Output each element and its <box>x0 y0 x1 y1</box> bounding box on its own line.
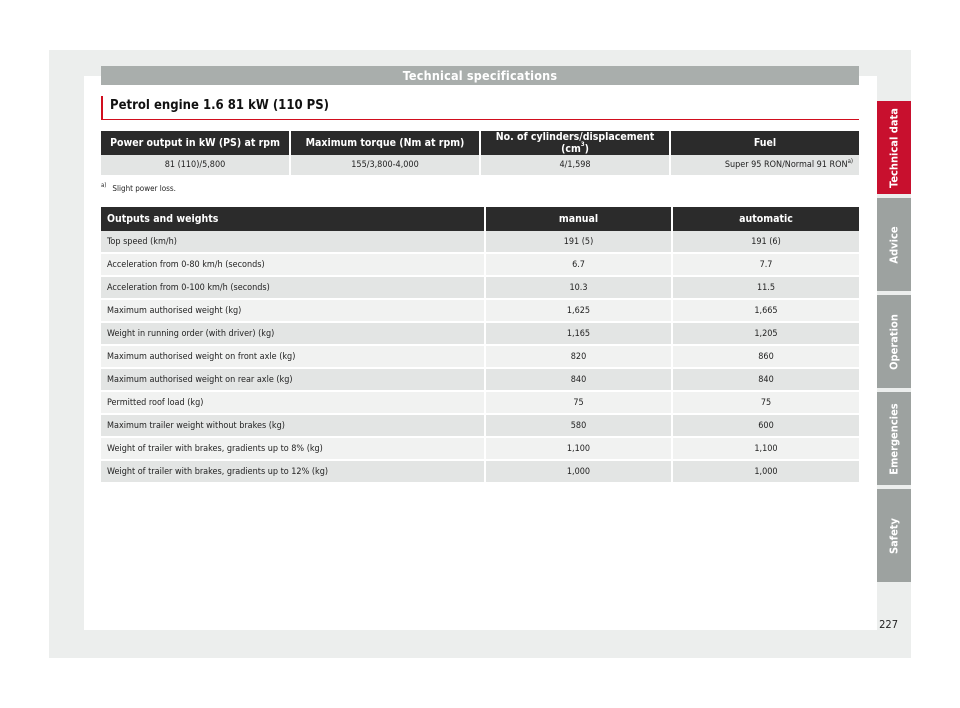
automatic-value: 600 <box>673 415 859 438</box>
automatic-value: 11.5 <box>673 277 859 300</box>
tab-operation[interactable]: Operation <box>877 295 911 388</box>
manual-value: 580 <box>486 415 673 438</box>
row-label: Acceleration from 0-100 km/h (seconds) <box>101 277 486 300</box>
automatic-value: 840 <box>673 369 859 392</box>
table-row: Top speed (km/h) 191 (5) 191 (6) <box>101 231 859 254</box>
tab-technical-data[interactable]: Technical data <box>877 101 911 194</box>
table-row: Maximum trailer weight without brakes (k… <box>101 415 859 438</box>
footnote: a) Slight power loss. <box>101 182 176 193</box>
tab-label: Safety <box>887 517 901 554</box>
page-number: 227 <box>879 618 898 631</box>
col-cylinders-sup: 3 <box>580 141 585 148</box>
manual-value: 1,100 <box>486 438 673 461</box>
col-cylinders-displacement: No. of cylinders/displacement (cm3) <box>481 131 671 155</box>
manual-value: 840 <box>486 369 673 392</box>
tab-label: Operation <box>887 313 901 370</box>
row-label: Weight of trailer with brakes, gradients… <box>101 461 486 484</box>
col-fuel: Fuel <box>671 131 859 155</box>
table-row: Permitted roof load (kg) 75 75 <box>101 392 859 415</box>
row-label: Maximum authorised weight on front axle … <box>101 346 486 369</box>
row-label: Maximum authorised weight on rear axle (… <box>101 369 486 392</box>
manual-value: 6.7 <box>486 254 673 277</box>
row-label: Top speed (km/h) <box>101 231 486 254</box>
cell-fuel-text: Super 95 RON/Normal 91 RON <box>724 160 848 170</box>
row-label: Maximum authorised weight (kg) <box>101 300 486 323</box>
chapter-header: Technical specifications <box>101 66 859 85</box>
row-label: Maximum trailer weight without brakes (k… <box>101 415 486 438</box>
footnote-text: Slight power loss. <box>112 184 176 193</box>
automatic-value: 7.7 <box>673 254 859 277</box>
col-power-output: Power output in kW (PS) at rpm <box>101 131 291 155</box>
automatic-value: 1,100 <box>673 438 859 461</box>
section-title-text: Petrol engine 1.6 81 kW (110 PS) <box>110 98 329 113</box>
table-row: Maximum authorised weight on rear axle (… <box>101 369 859 392</box>
section-heading: Petrol engine 1.6 81 kW (110 PS) <box>101 96 859 120</box>
table-row: Acceleration from 0-80 km/h (seconds) 6.7… <box>101 254 859 277</box>
engine-table-header: Power output in kW (PS) at rpm Maximum t… <box>101 131 859 155</box>
outputs-weights-table: Outputs and weights manual automatic Top… <box>101 207 859 484</box>
tab-label: Advice <box>887 225 901 264</box>
col-max-torque: Maximum torque (Nm at rpm) <box>291 131 481 155</box>
table-row: Maximum authorised weight (kg) 1,625 1,665 <box>101 300 859 323</box>
col-cylinders-close: ) <box>584 143 589 155</box>
col-automatic: automatic <box>673 207 859 231</box>
tab-advice[interactable]: Advice <box>877 198 911 291</box>
col-cylinders-text: No. of cylinders/displacement (cm <box>495 131 655 155</box>
tab-safety[interactable]: Safety <box>877 489 911 582</box>
cell-max-torque: 155/3,800-4,000 <box>291 155 481 177</box>
row-label: Weight of trailer with brakes, gradients… <box>101 438 486 461</box>
col-outputs-weights: Outputs and weights <box>101 207 486 231</box>
manual-value: 1,625 <box>486 300 673 323</box>
manual-value: 1,165 <box>486 323 673 346</box>
table-row: Maximum authorised weight on front axle … <box>101 346 859 369</box>
tab-label: Technical data <box>887 107 901 188</box>
automatic-value: 860 <box>673 346 859 369</box>
engine-table: Power output in kW (PS) at rpm Maximum t… <box>101 131 859 177</box>
manual-value: 10.3 <box>486 277 673 300</box>
footnote-ref: a) <box>847 158 853 165</box>
cell-fuel: Super 95 RON/Normal 91 RONa) <box>671 155 859 177</box>
row-label: Weight in running order (with driver) (k… <box>101 323 486 346</box>
cell-power-output: 81 (110)/5,800 <box>101 155 291 177</box>
row-label: Permitted roof load (kg) <box>101 392 486 415</box>
manual-value: 75 <box>486 392 673 415</box>
outputs-table-header: Outputs and weights manual automatic <box>101 207 859 231</box>
col-manual: manual <box>486 207 673 231</box>
automatic-value: 1,000 <box>673 461 859 484</box>
automatic-value: 75 <box>673 392 859 415</box>
table-row: Weight in running order (with driver) (k… <box>101 323 859 346</box>
cell-cylinders: 4/1,598 <box>481 155 671 177</box>
manual-value: 1,000 <box>486 461 673 484</box>
table-row: 81 (110)/5,800 155/3,800-4,000 4/1,598 S… <box>101 155 859 177</box>
automatic-value: 1,665 <box>673 300 859 323</box>
tab-label: Emergencies <box>887 402 901 475</box>
manual-value: 191 (5) <box>486 231 673 254</box>
row-label: Acceleration from 0-80 km/h (seconds) <box>101 254 486 277</box>
tab-emergencies[interactable]: Emergencies <box>877 392 911 485</box>
table-row: Weight of trailer with brakes, gradients… <box>101 461 859 484</box>
manual-value: 820 <box>486 346 673 369</box>
automatic-value: 191 (6) <box>673 231 859 254</box>
table-row: Weight of trailer with brakes, gradients… <box>101 438 859 461</box>
footnote-marker: a) <box>101 182 107 189</box>
table-row: Acceleration from 0-100 km/h (seconds) 10… <box>101 277 859 300</box>
automatic-value: 1,205 <box>673 323 859 346</box>
